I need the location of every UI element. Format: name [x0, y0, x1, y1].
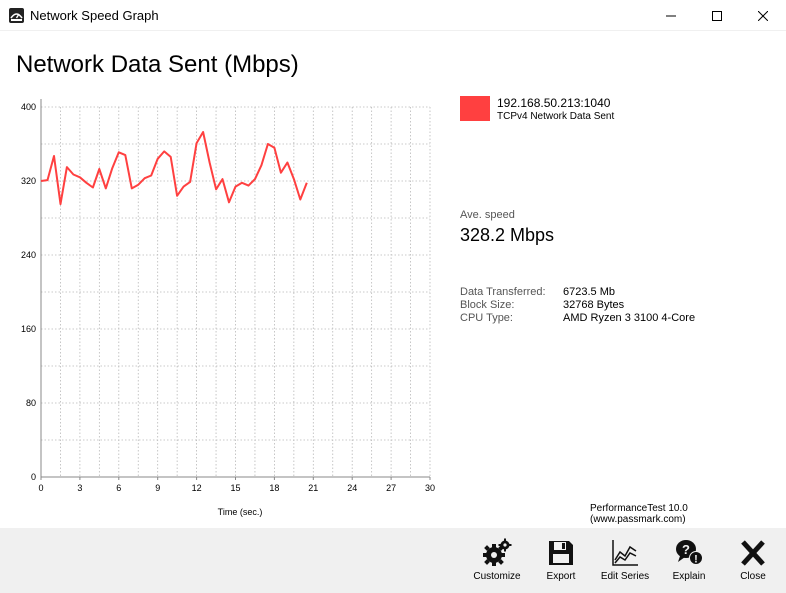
x-tick-label: 3 [77, 483, 82, 493]
block-size-value: 32768 Bytes [563, 299, 625, 311]
svg-text:?: ? [682, 542, 690, 557]
page-title: Network Data Sent (Mbps) [16, 51, 299, 78]
legend-series-subtitle: TCPv4 Network Data Sent [497, 111, 615, 122]
block-size-label: Block Size: [460, 299, 515, 311]
close-button[interactable]: Close [723, 538, 783, 588]
window-close-button[interactable] [740, 0, 786, 31]
x-close-icon [741, 540, 765, 566]
y-tick-label: 160 [21, 324, 36, 334]
x-tick-label: 21 [308, 483, 318, 493]
y-tick-label: 240 [21, 250, 36, 260]
floppy-disk-icon [549, 541, 573, 565]
line-chart-icon [612, 540, 638, 566]
close-icon [758, 10, 768, 21]
maximize-icon [712, 10, 722, 21]
edit-series-button[interactable]: Edit Series [595, 538, 655, 588]
average-speed-label: Ave. speed [460, 209, 515, 221]
window-title: Network Speed Graph [30, 8, 159, 23]
cpu-type-value: AMD Ryzen 3 3100 4-Core [563, 312, 696, 324]
network-speed-chart: 0 80 160 240 320 400 0 3 6 9 12 15 18 21 24 27 30 Time … [21, 99, 435, 517]
x-tick-label: 18 [269, 483, 279, 493]
export-button[interactable]: Export [531, 538, 591, 588]
bottom-toolbar: Customize Export Edit Series ? ! Explain [0, 528, 786, 593]
chart-grid [41, 106, 431, 477]
x-tick-label: 30 [425, 483, 435, 493]
x-tick-label: 6 [116, 483, 121, 493]
average-speed-value: 328.2 Mbps [460, 225, 555, 245]
maximize-button[interactable] [694, 0, 740, 31]
cpu-type-label: CPU Type: [460, 312, 513, 324]
x-axis-label: Time (sec.) [218, 507, 263, 517]
x-tick-label: 27 [386, 483, 396, 493]
gears-icon [483, 538, 512, 566]
x-tick-label: 0 [38, 483, 43, 493]
data-transferred-label: Data Transferred: [460, 286, 546, 298]
y-tick-label: 80 [26, 398, 36, 408]
legend-series-name: 192.168.50.213:1040 [497, 96, 611, 110]
chart-axes [40, 99, 430, 478]
minimize-icon [666, 15, 676, 16]
chart-series [40, 131, 308, 206]
title-bar: Network Speed Graph [0, 0, 786, 31]
y-axis-ticks: 0 80 160 240 320 400 [21, 102, 36, 482]
explain-label: Explain [672, 571, 706, 582]
edit-series-label: Edit Series [600, 571, 650, 582]
customize-button[interactable]: Customize [467, 538, 527, 588]
credit-text: PerformanceTest 10.0 (www.passmark.com) [590, 503, 688, 525]
series-line [40, 131, 308, 206]
legend-color-swatch [460, 96, 490, 121]
y-tick-label: 0 [31, 472, 36, 482]
x-tick-label: 9 [155, 483, 160, 493]
app-icon [9, 8, 24, 23]
y-tick-label: 400 [21, 102, 36, 112]
x-tick-label: 24 [347, 483, 357, 493]
question-exclamation-icon: ? ! [676, 540, 703, 566]
y-tick-label: 320 [21, 176, 36, 186]
x-tick-label: 12 [192, 483, 202, 493]
x-tick-label: 15 [230, 483, 240, 493]
customize-label: Customize [473, 571, 521, 582]
explain-button[interactable]: ? ! Explain [659, 538, 719, 588]
minimize-button[interactable] [648, 0, 694, 31]
export-label: Export [546, 571, 576, 582]
x-axis-ticks: 0 3 6 9 12 15 18 21 24 27 30 [38, 477, 435, 493]
data-transferred-value: 6723.5 Mb [563, 286, 615, 298]
svg-text:!: ! [694, 554, 698, 566]
close-label: Close [740, 571, 766, 582]
